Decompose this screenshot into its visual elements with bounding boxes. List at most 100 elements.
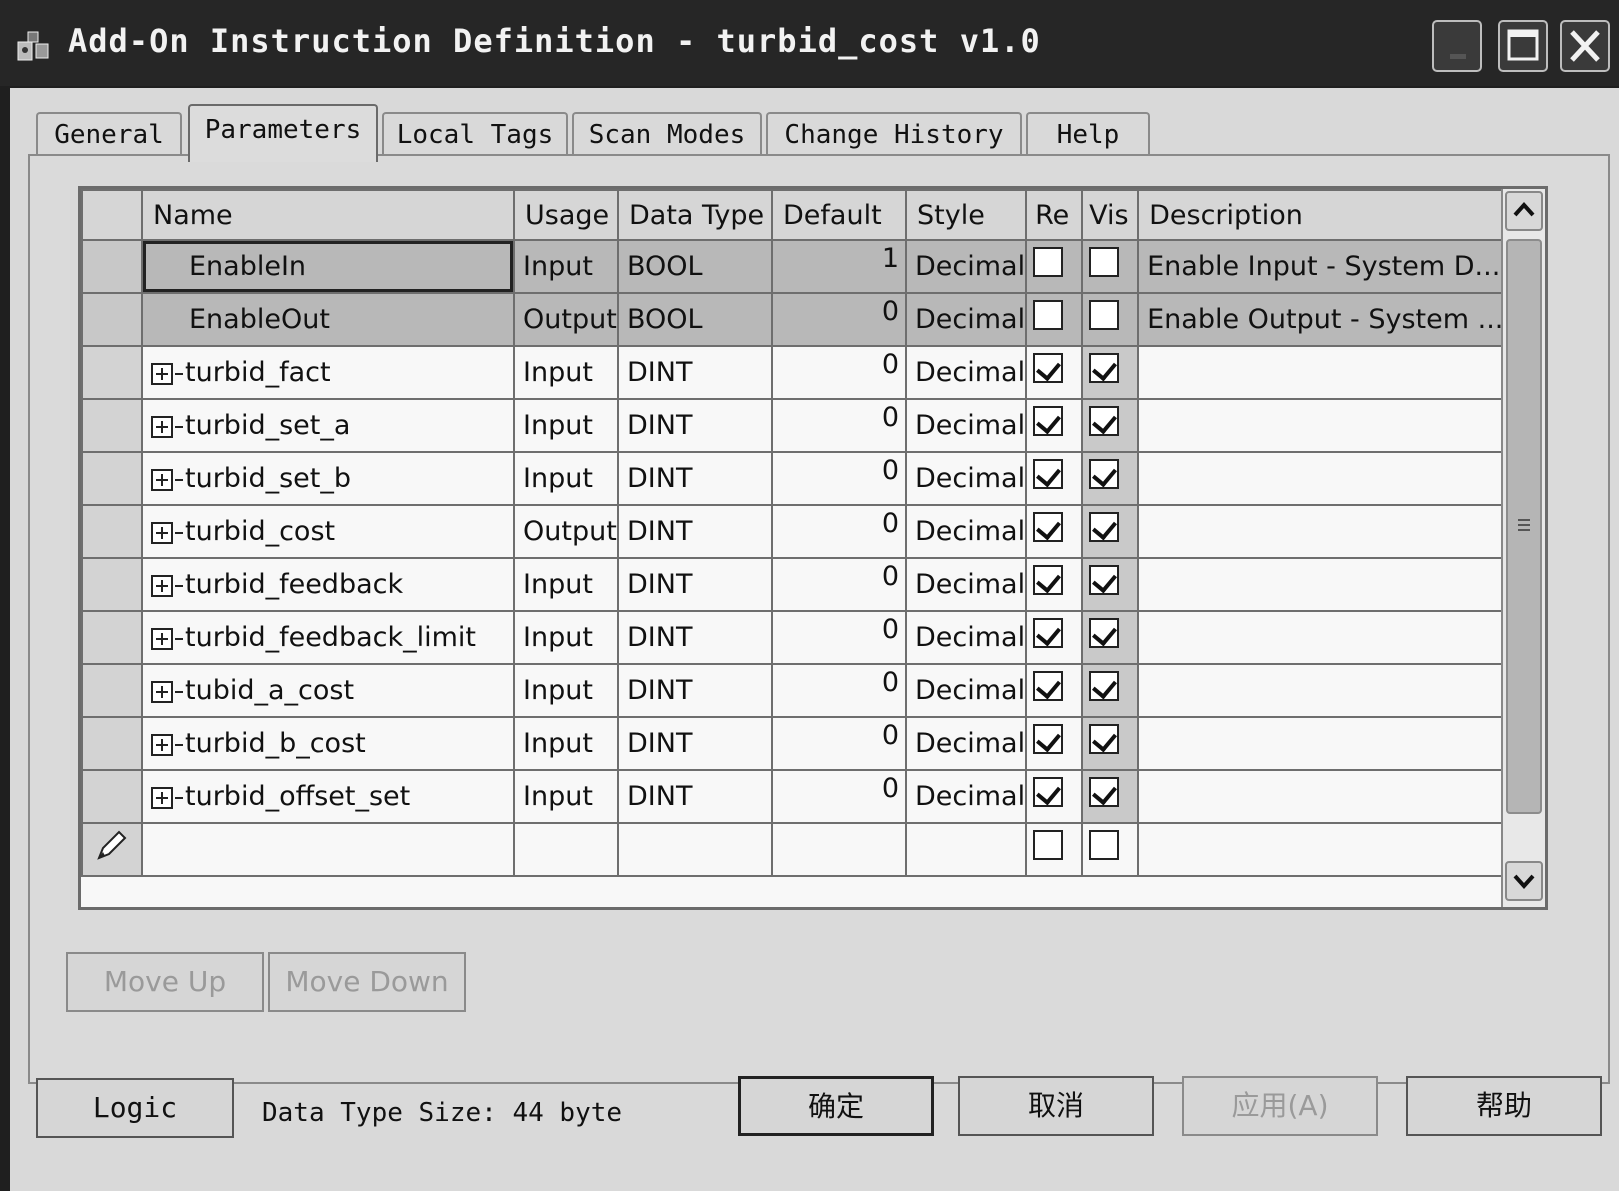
default-cell[interactable]: 0 [771,610,907,665]
column-header-default[interactable]: Default [771,189,907,241]
tab-help[interactable]: Help [1026,112,1150,158]
visible-checkbox[interactable] [1089,617,1120,648]
tab-scan-modes[interactable]: Scan Modes [572,112,762,158]
default-cell[interactable]: 0 [771,345,907,400]
parameter-row[interactable]: turbid_feedback_limit Input DINT 0 Decimal [81,610,1506,665]
style-cell[interactable]: Decimal [904,557,1028,612]
row-selector[interactable] [81,239,143,294]
required-checkbox[interactable] [1033,723,1064,754]
new-row-description-cell[interactable] [1137,822,1506,877]
usage-cell[interactable]: Input [513,610,619,665]
name-cell[interactable]: turbid_set_b [141,451,515,506]
column-header-style[interactable]: Style [904,189,1028,241]
style-cell[interactable]: Decimal [904,663,1028,718]
row-selector[interactable] [81,557,143,612]
ok-button[interactable]: 确定 [738,1076,934,1136]
data-type-cell[interactable]: DINT [617,663,773,718]
help-button[interactable]: 帮助 [1406,1076,1602,1136]
visible-cell[interactable] [1081,610,1140,665]
visible-checkbox[interactable] [1089,458,1120,489]
style-cell[interactable]: Decimal [904,345,1028,400]
row-selector[interactable] [81,398,143,453]
visible-cell[interactable] [1081,716,1140,771]
data-type-cell[interactable]: DINT [617,504,773,559]
default-cell[interactable]: 0 [771,769,907,824]
usage-cell[interactable]: Output [513,292,619,347]
data-type-cell[interactable]: DINT [617,451,773,506]
description-cell[interactable] [1137,610,1506,665]
row-selector[interactable] [81,451,143,506]
style-cell[interactable]: Decimal [904,610,1028,665]
description-cell[interactable] [1137,769,1506,824]
default-cell[interactable]: 0 [771,557,907,612]
description-cell[interactable] [1137,557,1506,612]
row-selector[interactable] [81,504,143,559]
name-cell[interactable]: turbid_feedback [141,557,515,612]
required-cell[interactable] [1025,292,1084,347]
column-header-usage[interactable]: Usage [513,189,619,241]
plus-box-icon[interactable] [151,521,173,544]
column-header-required[interactable]: Re [1025,189,1084,241]
style-cell[interactable]: Decimal [904,504,1028,559]
visible-cell[interactable] [1081,239,1140,294]
style-cell[interactable]: Decimal [904,398,1028,453]
visible-cell[interactable] [1081,292,1140,347]
visible-checkbox[interactable] [1089,564,1120,595]
required-cell[interactable] [1025,557,1084,612]
required-cell[interactable] [1025,451,1084,506]
required-cell[interactable] [1025,769,1084,824]
new-row-data-type-cell[interactable] [617,822,773,877]
description-cell[interactable] [1137,398,1506,453]
description-cell[interactable] [1137,716,1506,771]
cancel-button[interactable]: 取消 [958,1076,1154,1136]
row-selector[interactable] [81,716,143,771]
tab-local-tags[interactable]: Local Tags [382,112,568,158]
required-checkbox[interactable] [1033,564,1064,595]
visible-checkbox[interactable] [1089,723,1120,754]
data-type-cell[interactable]: DINT [617,398,773,453]
usage-cell[interactable]: Input [513,557,619,612]
required-checkbox[interactable] [1033,670,1064,701]
new-row-style-cell[interactable] [904,822,1028,877]
column-header-visible[interactable]: Vis [1081,189,1140,241]
data-type-cell[interactable]: BOOL [617,292,773,347]
data-type-cell[interactable]: DINT [617,345,773,400]
name-cell[interactable]: EnableOut [141,292,515,347]
name-cell[interactable]: turbid_set_a [141,398,515,453]
required-checkbox[interactable] [1033,776,1064,807]
default-cell[interactable]: 0 [771,663,907,718]
move-up-button[interactable]: Move Up [66,952,264,1012]
parameter-row[interactable]: turbid_set_b Input DINT 0 Decimal [81,451,1506,506]
parameter-row[interactable]: turbid_b_cost Input DINT 0 Decimal [81,716,1506,771]
new-row-name-cell[interactable] [141,822,515,877]
usage-cell[interactable]: Output [513,504,619,559]
plus-box-icon[interactable] [151,415,173,438]
required-checkbox[interactable] [1033,458,1064,489]
scrollbar-thumb[interactable] [1506,239,1542,814]
column-header-data-type[interactable]: Data Type [617,189,773,241]
usage-cell[interactable]: Input [513,451,619,506]
tab-general[interactable]: General [36,112,182,158]
name-cell[interactable]: EnableIn [141,239,515,294]
parameter-row[interactable]: EnableOut Output BOOL 0 Decimal Enable Output… [81,292,1506,347]
visible-checkbox[interactable] [1089,511,1120,542]
row-selector[interactable] [81,663,143,718]
data-type-cell[interactable]: BOOL [617,239,773,294]
description-cell[interactable]: Enable Input - System D... [1137,239,1506,294]
style-cell[interactable]: Decimal [904,716,1028,771]
description-cell[interactable] [1137,663,1506,718]
required-cell[interactable] [1025,610,1084,665]
name-cell[interactable]: turbid_fact [141,345,515,400]
plus-box-icon[interactable] [151,733,173,756]
name-cell[interactable]: turbid_offset_set [141,769,515,824]
new-row-selector[interactable] [81,822,143,877]
required-cell[interactable] [1025,239,1084,294]
usage-cell[interactable]: Input [513,239,619,294]
visible-cell[interactable] [1081,398,1140,453]
visible-checkbox[interactable] [1089,246,1120,277]
required-cell[interactable] [1025,398,1084,453]
parameter-row[interactable]: turbid_feedback Input DINT 0 Decimal [81,557,1506,612]
new-row-required-checkbox[interactable] [1033,829,1064,860]
default-cell[interactable]: 0 [771,292,907,347]
tab-change-history[interactable]: Change History [766,112,1022,158]
